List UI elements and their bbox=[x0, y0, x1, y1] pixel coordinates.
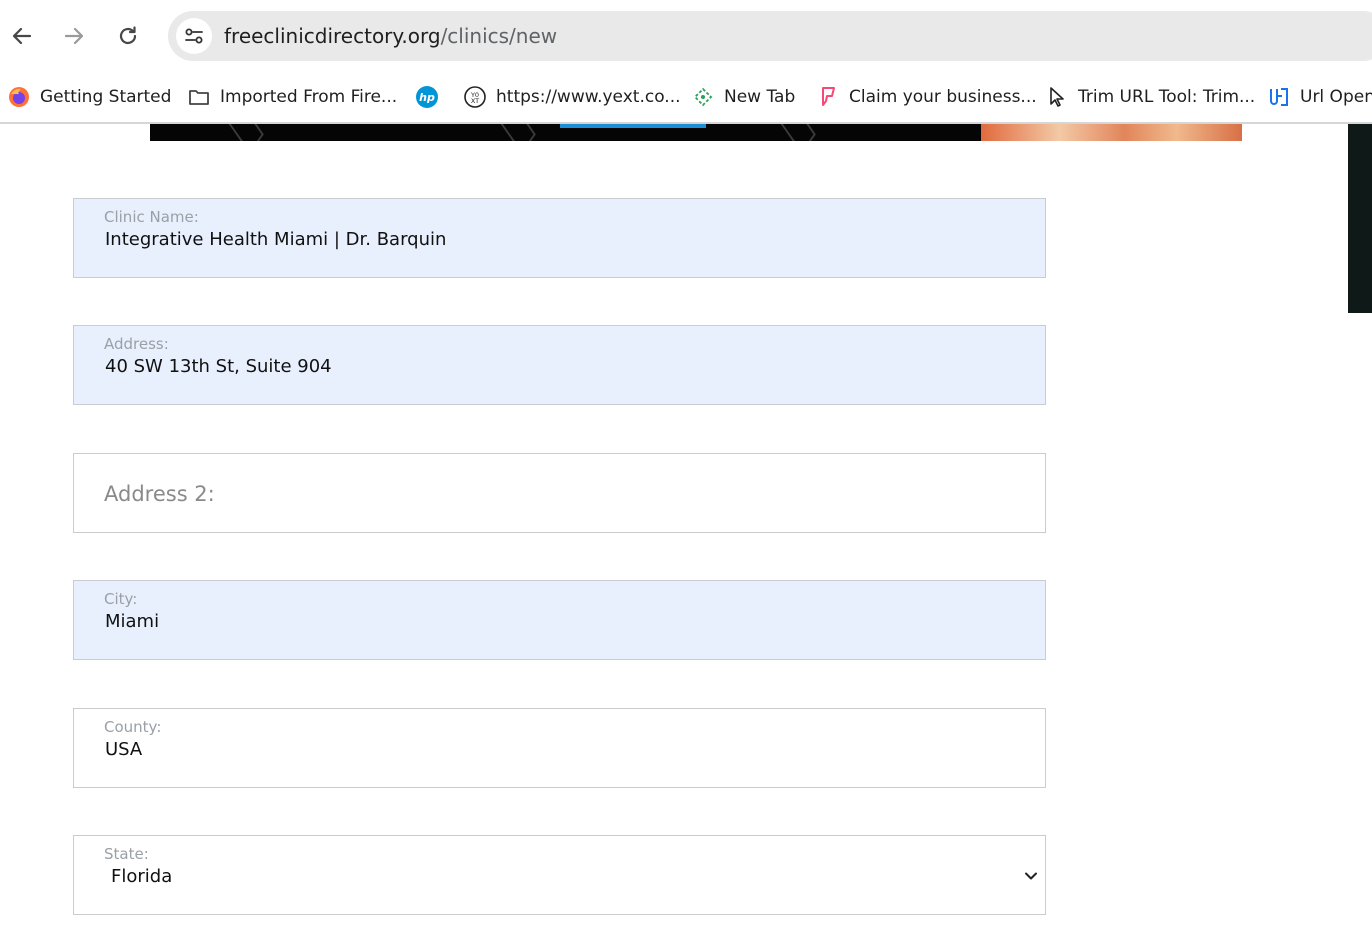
banner-button-edge bbox=[560, 124, 706, 128]
back-button[interactable] bbox=[6, 20, 38, 52]
url-host: freeclinicdirectory.org bbox=[224, 24, 441, 48]
bookmark-imported-from-firefox[interactable]: Imported From Fire... bbox=[186, 80, 397, 114]
clinic-name-value[interactable]: Integrative Health Miami | Dr. Barquin bbox=[105, 229, 446, 250]
bookmark-label: https://www.yext.co... bbox=[496, 87, 681, 107]
city-field[interactable]: City: Miami bbox=[73, 580, 1046, 660]
address-field[interactable]: Address: 40 SW 13th St, Suite 904 bbox=[73, 325, 1046, 405]
browser-toolbar: freeclinicdirectory.org/clinics/new bbox=[0, 0, 1372, 72]
banner-promo-image bbox=[981, 124, 1242, 141]
svg-text:XT: XT bbox=[471, 97, 479, 105]
address-label: Address: bbox=[104, 335, 169, 353]
bookmark-yext[interactable]: Y0 XT https://www.yext.co... bbox=[462, 80, 681, 114]
bookmark-hp[interactable]: hp bbox=[414, 80, 448, 114]
chevron-down-icon[interactable] bbox=[1023, 868, 1039, 884]
banner-decoration bbox=[496, 124, 536, 141]
foursquare-icon bbox=[815, 84, 841, 110]
clinic-name-field[interactable]: Clinic Name: Integrative Health Miami | … bbox=[73, 198, 1046, 278]
hp-icon: hp bbox=[414, 84, 440, 110]
tune-icon bbox=[185, 28, 203, 44]
new-tab-icon bbox=[690, 84, 716, 110]
url-path: /clinics/new bbox=[440, 24, 558, 48]
banner-decoration bbox=[224, 124, 264, 141]
folder-icon bbox=[186, 84, 212, 110]
bookmark-getting-started[interactable]: Getting Started bbox=[6, 80, 171, 114]
address-value[interactable]: 40 SW 13th St, Suite 904 bbox=[105, 356, 332, 377]
bookmark-trim-url[interactable]: Trim URL Tool: Trim... bbox=[1044, 80, 1255, 114]
arrow-left-icon bbox=[12, 27, 32, 45]
county-field[interactable]: County: USA bbox=[73, 708, 1046, 788]
cursor-icon bbox=[1044, 84, 1070, 110]
address-bar[interactable]: freeclinicdirectory.org/clinics/new bbox=[168, 11, 1372, 61]
city-label: City: bbox=[104, 590, 138, 608]
bookmark-label: Imported From Fire... bbox=[220, 87, 398, 107]
bookmark-label: Trim URL Tool: Trim... bbox=[1078, 87, 1256, 107]
clinic-name-label: Clinic Name: bbox=[104, 208, 199, 226]
state-label: State: bbox=[104, 845, 149, 863]
reload-icon bbox=[119, 26, 137, 45]
yext-icon: Y0 XT bbox=[462, 84, 488, 110]
county-value[interactable]: USA bbox=[105, 739, 142, 760]
bookmark-url-open[interactable]: Url Open bbox=[1266, 80, 1372, 114]
arrow-right-icon bbox=[64, 27, 84, 45]
site-info-button[interactable] bbox=[176, 18, 212, 54]
city-value[interactable]: Miami bbox=[105, 611, 159, 632]
forward-button[interactable] bbox=[58, 20, 90, 52]
bookmark-label: Getting Started bbox=[40, 87, 172, 107]
bookmarks-bar: Getting Started Imported From Fire... hp… bbox=[0, 72, 1372, 124]
county-label: County: bbox=[104, 718, 162, 736]
state-value[interactable]: Florida bbox=[111, 866, 172, 887]
url-text[interactable]: freeclinicdirectory.org/clinics/new bbox=[224, 24, 557, 48]
bookmark-claim-business[interactable]: Claim your business... bbox=[815, 80, 1037, 114]
state-select[interactable]: State: Florida bbox=[73, 835, 1046, 915]
bookmark-label: New Tab bbox=[724, 87, 796, 107]
reload-button[interactable] bbox=[112, 20, 144, 52]
svg-text:hp: hp bbox=[419, 91, 435, 104]
ad-banner[interactable] bbox=[150, 124, 1242, 141]
url-open-icon bbox=[1266, 84, 1292, 110]
bookmark-new-tab[interactable]: New Tab bbox=[690, 80, 795, 114]
firefox-icon bbox=[6, 84, 32, 110]
banner-decoration bbox=[776, 124, 816, 141]
bookmark-label: Url Open bbox=[1300, 87, 1372, 107]
side-ad[interactable] bbox=[1348, 124, 1372, 313]
bookmark-label: Claim your business... bbox=[849, 87, 1037, 107]
address2-field[interactable]: Address 2: bbox=[73, 453, 1046, 533]
address2-placeholder: Address 2: bbox=[104, 482, 215, 506]
